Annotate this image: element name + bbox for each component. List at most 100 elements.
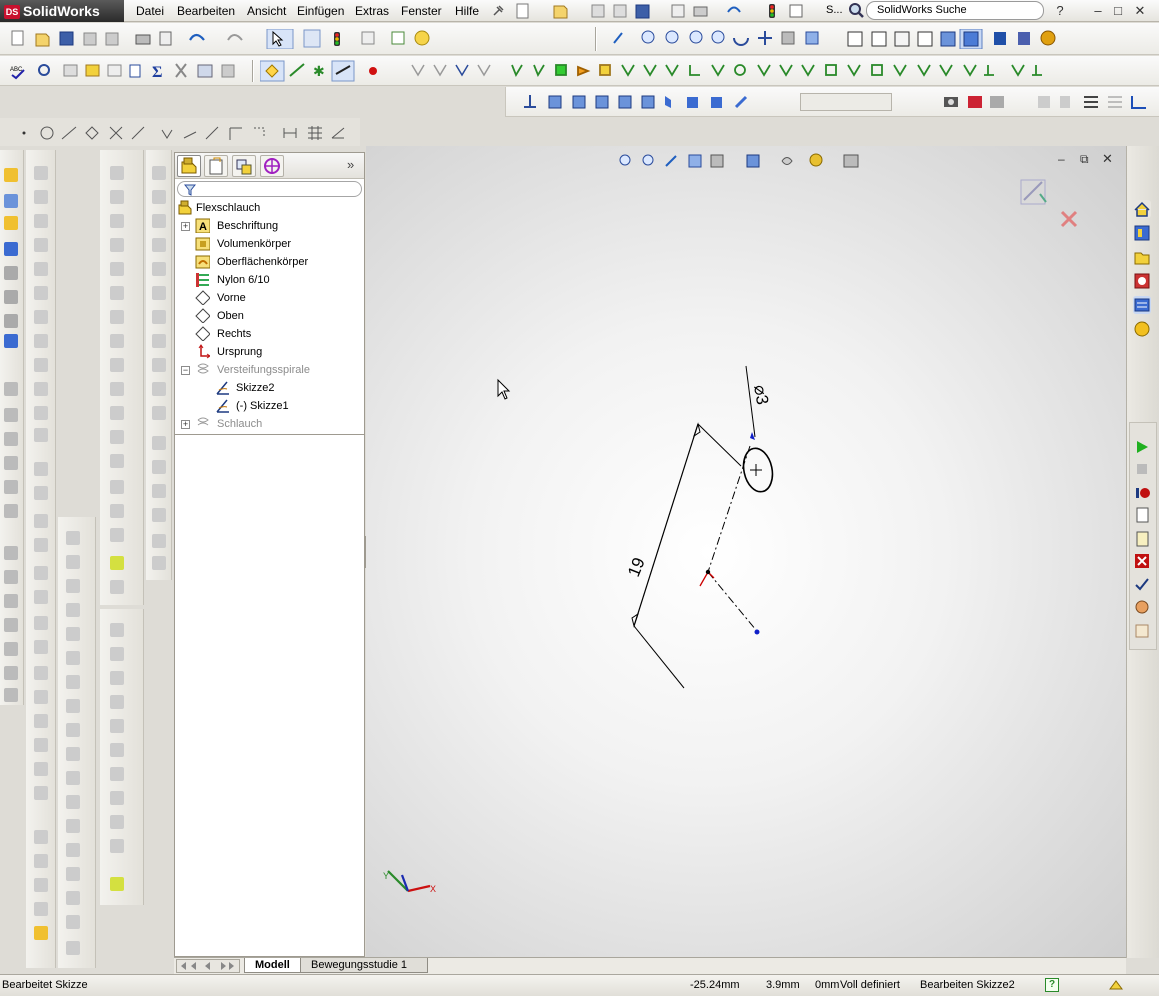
tree-item-volumenkoerper[interactable]: Volumenkörper	[179, 235, 359, 253]
menu-hilfe[interactable]: Hilfe	[455, 3, 479, 19]
spring-icon[interactable]	[1133, 598, 1151, 616]
home-icon[interactable]	[1133, 200, 1151, 218]
stop-icon[interactable]	[1133, 460, 1151, 478]
config-dropdown[interactable]	[800, 93, 892, 111]
menu-ansicht[interactable]: Ansicht	[247, 3, 286, 19]
tab-bewegungsstudie[interactable]: Bewegungsstudie 1	[300, 958, 428, 973]
tree-item-skizze1[interactable]: (-) Skizze1	[199, 397, 359, 415]
left-vertical-toolbar-2[interactable]	[26, 150, 56, 968]
view-palette-icon[interactable]	[1133, 272, 1151, 290]
help-icon[interactable]: ?	[1045, 978, 1059, 992]
document-icon[interactable]	[1133, 506, 1151, 524]
tree-item-label: Schlauch	[217, 418, 263, 430]
left-vertical-toolbar-3[interactable]	[58, 517, 96, 968]
left-vertical-toolbar-4[interactable]	[100, 150, 144, 605]
tree-item-oben[interactable]: Oben	[179, 307, 359, 325]
menu-fenster[interactable]: Fenster	[401, 3, 442, 19]
close-red-icon[interactable]	[1133, 552, 1151, 570]
tab-dimxpert-manager[interactable]	[260, 155, 284, 177]
sketch-entity-icons[interactable]	[8, 124, 358, 142]
feature-manager-tabs: »	[175, 153, 364, 179]
dimension-diameter-label[interactable]: ⌀3	[750, 383, 772, 406]
feature-manager-panel: » Flexschlauch + A Beschriftung Volumenk…	[174, 152, 365, 957]
tree-item-skizze2[interactable]: Skizze2	[199, 379, 359, 397]
tab-modell[interactable]: Modell	[244, 958, 301, 973]
appearances-icon[interactable]	[1133, 296, 1151, 314]
restore-icon[interactable]: □	[1110, 3, 1126, 19]
tree-item-ursprung[interactable]: Ursprung	[179, 343, 359, 361]
rebuild-icon[interactable]	[1108, 977, 1124, 993]
tab-scroll-buttons[interactable]	[176, 959, 240, 973]
help-menu-icon[interactable]: ?	[1052, 3, 1068, 19]
left-vertical-toolbar-1[interactable]	[0, 150, 24, 705]
dimension-19-label[interactable]: 19	[624, 555, 649, 580]
tree-item-label: Oberflächenkörper	[217, 256, 309, 268]
menu-bearbeiten[interactable]: Bearbeiten	[177, 3, 235, 19]
tab-feature-manager[interactable]	[177, 155, 201, 177]
sketch-tools-icons[interactable]: ✱	[260, 60, 390, 82]
sketch-point	[705, 569, 711, 575]
sketch-canvas[interactable]: 19 ⌀3 Y X	[366, 146, 1126, 958]
filter-icon	[184, 184, 196, 196]
tree-item-label: Beschriftung	[217, 220, 279, 232]
quick-access-toolbar[interactable]	[514, 2, 854, 20]
close-icon[interactable]: ✕	[1132, 3, 1148, 19]
gravity-icon[interactable]	[1133, 622, 1151, 640]
standard-toolbar-icons[interactable]	[8, 29, 448, 49]
menu-extras[interactable]: Extras	[355, 3, 389, 19]
graphics-area[interactable]: – ⧉ ✕ 19 ⌀3 Y X	[366, 146, 1126, 958]
view-tools-icons[interactable]	[942, 93, 1152, 111]
minimize-icon[interactable]: –	[1090, 3, 1106, 19]
feature-icons[interactable]	[521, 93, 781, 111]
sketch-geometry	[631, 365, 774, 689]
search-icon[interactable]	[848, 2, 864, 18]
tree-item-rechts[interactable]: Rechts	[179, 325, 359, 343]
circle-center-mark	[750, 464, 762, 476]
custom-properties-icon[interactable]	[1133, 320, 1151, 338]
status-y-coordinate: 3.9mm	[766, 979, 800, 991]
search-input[interactable]: SolidWorks Suche	[866, 1, 1044, 20]
relations-toolbar-icons[interactable]	[408, 61, 1058, 81]
tree-item-beschriftung[interactable]: + A Beschriftung	[179, 217, 359, 235]
tools-toolbar-icons[interactable]: ABC Σ	[8, 61, 248, 81]
play-icon[interactable]	[1133, 438, 1151, 456]
left-vertical-toolbar-5[interactable]	[100, 609, 144, 905]
menu-einfuegen[interactable]: Einfügen	[297, 3, 344, 19]
collapse-icon[interactable]: −	[181, 366, 190, 375]
check-list-icon[interactable]	[1133, 576, 1151, 594]
expand-icon[interactable]: +	[181, 420, 190, 429]
notes-icon[interactable]	[1133, 530, 1151, 548]
tree-item-label: (-) Skizze1	[236, 400, 289, 412]
menu-datei[interactable]: Datei	[136, 3, 164, 19]
tree-item-label: Skizze2	[236, 382, 275, 394]
tree-item-oberflaechenkoerper[interactable]: Oberflächenkörper	[179, 253, 359, 271]
design-library-icon[interactable]	[1133, 224, 1151, 242]
helix-icon	[197, 363, 209, 374]
status-sketch-definition: Voll definiert	[840, 979, 900, 991]
pin-icon[interactable]	[490, 3, 506, 19]
expand-icon[interactable]: +	[181, 222, 190, 231]
app-logo[interactable]: DS SolidWorks	[0, 0, 124, 22]
tree-item-material[interactable]: Nylon 6/10	[179, 271, 359, 289]
status-bar: Bearbeitet Skizze -25.24mm 3.9mm 0mm Vol…	[0, 974, 1159, 996]
annotation-icon: A	[195, 218, 210, 233]
record-icon[interactable]	[1133, 484, 1151, 502]
tab-configuration-manager[interactable]	[232, 155, 256, 177]
tree-item-vorne[interactable]: Vorne	[179, 289, 359, 307]
standard-toolbar	[0, 23, 1159, 55]
expand-panel-icon[interactable]: »	[347, 157, 354, 172]
task-pane-bar	[1126, 146, 1159, 958]
tree-filter-input[interactable]	[177, 181, 362, 197]
status-editing: Bearbeiten Skizze2	[920, 979, 1015, 991]
file-explorer-icon[interactable]	[1133, 248, 1151, 266]
overflow-label[interactable]: S...	[826, 4, 843, 16]
surface-bodies-icon	[195, 255, 210, 269]
tree-item-schlauch[interactable]: + Schlauch	[179, 415, 359, 433]
status-x-coordinate: -25.24mm	[690, 979, 740, 991]
tab-property-manager[interactable]	[204, 155, 228, 177]
tree-item-label: Versteifungsspirale	[217, 364, 310, 376]
left-vertical-toolbar-6[interactable]	[146, 150, 172, 580]
tree-item-versteifungsspirale[interactable]: − Versteifungsspirale	[179, 361, 359, 379]
solid-bodies-icon	[195, 237, 210, 251]
view-toolbar-icons[interactable]	[610, 29, 1060, 49]
